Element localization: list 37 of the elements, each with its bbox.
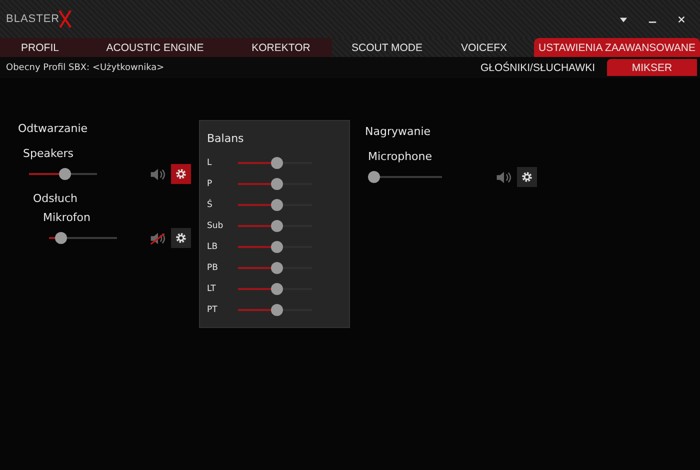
gear-icon (521, 171, 533, 183)
logo-text: BLASTER (6, 13, 60, 25)
channel-label: PT (207, 304, 218, 314)
channel-label: Sub (207, 220, 224, 230)
device-name: Microphone (368, 150, 434, 163)
muted-speaker-icon[interactable] (150, 232, 166, 244)
settings-button[interactable] (171, 228, 191, 248)
device-name: Mikrofon (43, 211, 92, 224)
tab[interactable]: VOICEFX (442, 38, 526, 57)
gear-icon (175, 232, 187, 244)
channel-label: L (207, 158, 213, 168)
channel-label: LB (207, 242, 219, 252)
profile-label: Obecny Profil SBX: <Użytkownika> (5, 62, 164, 72)
tab[interactable]: USTAWIENIA ZAAWANSOWANE (534, 38, 700, 57)
channel-label: Ś (207, 200, 214, 210)
section-title: Nagrywanie (365, 125, 432, 138)
dropdown-icon[interactable] (619, 14, 628, 24)
section-title: Odtwarzanie (18, 122, 89, 135)
subtab[interactable]: GŁOŚNIKI/SŁUCHAWKI (468, 59, 607, 76)
channel-label: P (207, 178, 214, 188)
section-title: Odsłuch (33, 192, 78, 205)
channel-label: LT (207, 284, 217, 294)
tab[interactable]: ACOUSTIC ENGINE (80, 38, 230, 57)
gear-icon (175, 168, 187, 180)
speaker-icon[interactable] (496, 170, 512, 184)
tab[interactable]: SCOUT MODE (332, 38, 442, 57)
close-icon[interactable] (677, 14, 686, 24)
tab[interactable]: PROFIL (0, 38, 80, 57)
subtab[interactable]: MIKSER (607, 59, 697, 76)
channel-label: PB (207, 262, 219, 272)
settings-button[interactable] (517, 167, 537, 187)
x-logo-icon (58, 8, 72, 30)
settings-button[interactable] (171, 164, 191, 184)
speaker-icon[interactable] (150, 168, 166, 180)
panel-title: Balans (207, 132, 245, 145)
device-name: Speakers (23, 147, 74, 160)
tab[interactable]: KOREKTOR (230, 38, 332, 57)
